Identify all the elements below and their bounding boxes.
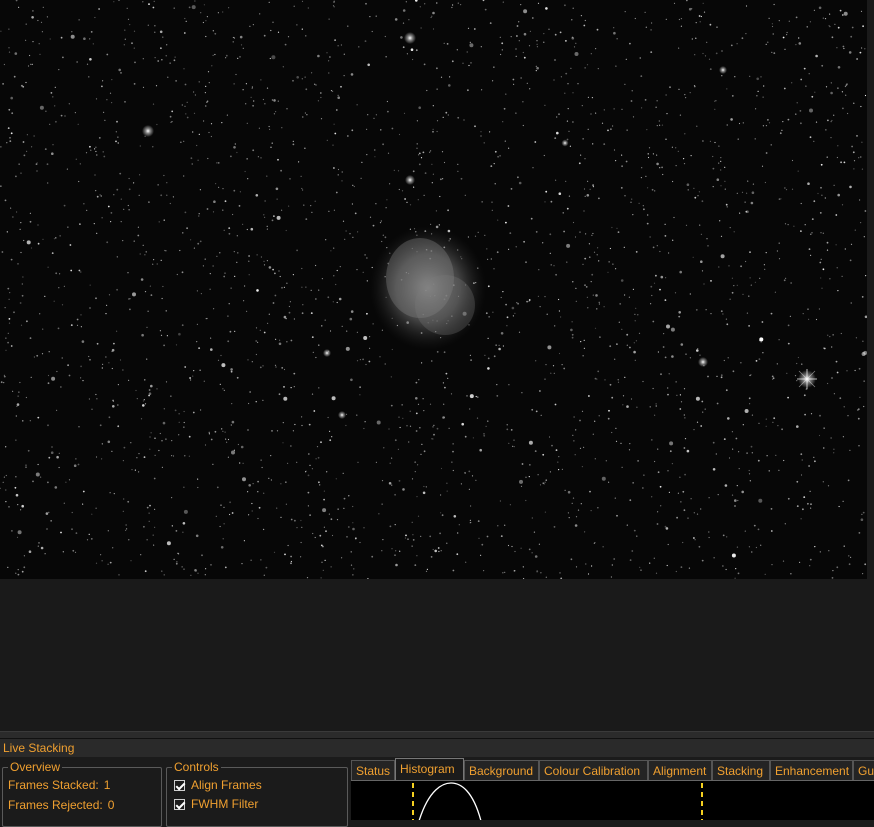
frames-stacked-value: 1 bbox=[103, 778, 111, 792]
image-viewport[interactable] bbox=[0, 0, 874, 731]
tab-guiding[interactable]: Gu bbox=[853, 760, 874, 780]
frames-rejected-value: 0 bbox=[107, 798, 115, 812]
align-frames-label: Align Frames bbox=[191, 778, 262, 792]
tab-alignment[interactable]: Alignment bbox=[648, 760, 712, 780]
tab-enhancement[interactable]: Enhancement bbox=[770, 760, 853, 780]
fwhm-filter-check-icon[interactable] bbox=[174, 798, 185, 810]
live-stacking-tabs: Status Histogram Background Colour Calib… bbox=[351, 758, 874, 780]
align-frames-check-icon[interactable] bbox=[174, 779, 185, 791]
stacked-image[interactable] bbox=[0, 0, 867, 579]
tab-stacking[interactable]: Stacking bbox=[712, 760, 770, 780]
histogram-panel bbox=[351, 780, 874, 820]
frames-rejected-label: Frames Rejected: bbox=[8, 798, 103, 812]
align-frames-checkbox[interactable]: Align Frames bbox=[174, 778, 262, 792]
tab-status[interactable]: Status bbox=[351, 760, 395, 780]
controls-group: Controls Align Frames FWHM Filter bbox=[166, 760, 348, 827]
tab-histogram[interactable]: Histogram bbox=[395, 758, 464, 780]
histogram-chart bbox=[412, 782, 703, 820]
frames-stacked-row: Frames Stacked: 1 bbox=[8, 778, 110, 792]
frames-stacked-label: Frames Stacked: bbox=[8, 778, 99, 792]
overview-group: Overview Frames Stacked: 1 Frames Rejecte… bbox=[2, 760, 162, 827]
fwhm-filter-checkbox[interactable]: FWHM Filter bbox=[174, 797, 258, 811]
fwhm-filter-label: FWHM Filter bbox=[191, 797, 259, 811]
histogram-curve bbox=[418, 782, 482, 820]
overview-legend: Overview bbox=[8, 760, 63, 774]
tab-background[interactable]: Background bbox=[464, 760, 539, 780]
controls-legend: Controls bbox=[172, 760, 221, 774]
nebula bbox=[370, 226, 486, 350]
panel-splitter[interactable] bbox=[0, 731, 874, 739]
live-stacking-title: Live Stacking bbox=[0, 739, 874, 757]
frames-rejected-row: Frames Rejected: 0 bbox=[8, 798, 114, 812]
tab-colour-calibration[interactable]: Colour Calibration bbox=[539, 760, 648, 780]
